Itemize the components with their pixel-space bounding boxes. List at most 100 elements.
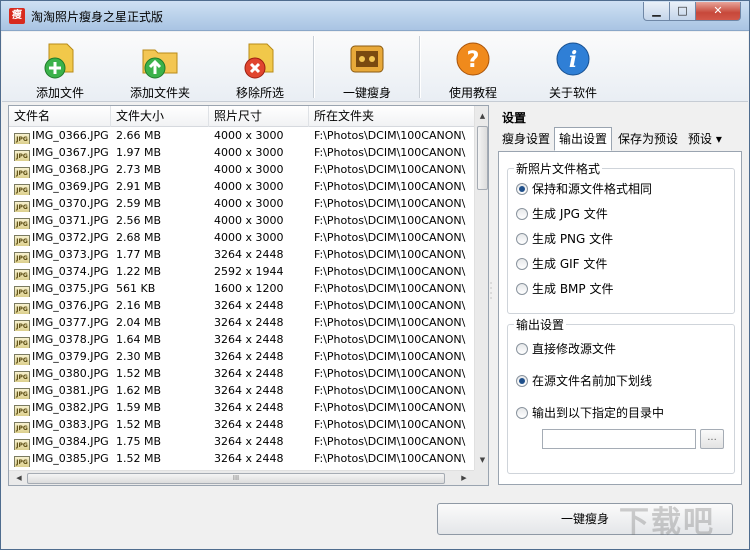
output-dir-input[interactable]	[542, 429, 696, 449]
one-click-slim-button[interactable]: 一键瘦身	[322, 34, 412, 100]
cell-text: IMG_0374.JPG	[32, 265, 109, 278]
cell-text: 2.68 MB	[116, 231, 162, 244]
file-name-cell: JPG IMG_0385.JPG	[14, 450, 114, 467]
table-row[interactable]: JPG IMG_0374.JPG 1.22 MB 2592 x 1944 F:\Phot…	[9, 263, 474, 280]
scroll-up-icon[interactable]: ▲	[475, 108, 488, 124]
add-file-button[interactable]: 添加文件	[15, 34, 105, 100]
tab-slim-settings[interactable]: 瘦身设置	[498, 129, 554, 150]
tab-presets-dropdown[interactable]: 预设 ▾	[684, 129, 726, 150]
cell-text: F:\Photos\DCIM\100CANON\	[314, 452, 466, 465]
radio-label: 保持和源文件格式相同	[532, 182, 653, 196]
tab-output-settings[interactable]: 输出设置	[554, 127, 613, 151]
radio-jpg[interactable]: 生成 JPG 文件	[516, 206, 608, 222]
table-row[interactable]: JPG IMG_0379.JPG 2.30 MB 3264 x 2448 F:\Phot…	[9, 348, 474, 365]
radio-gif[interactable]: 生成 GIF 文件	[516, 256, 607, 272]
scroll-down-icon[interactable]: ▼	[475, 452, 488, 468]
dimensions-cell: 3264 x 2448	[214, 399, 312, 416]
cell-text: IMG_0382.JPG	[32, 401, 109, 414]
app-icon: 瘦	[9, 8, 25, 24]
table-row[interactable]: JPG IMG_0366.JPG 2.66 MB 4000 x 3000 F:\Phot…	[9, 127, 474, 144]
radio-underscore-prefix[interactable]: 在源文件名前加下划线	[516, 373, 652, 389]
cell-text: 1.64 MB	[116, 333, 162, 346]
table-row[interactable]: JPG IMG_0384.JPG 1.75 MB 3264 x 2448 F:\Phot…	[9, 433, 474, 450]
radio-icon	[516, 208, 528, 220]
radio-modify-source[interactable]: 直接修改源文件	[516, 341, 616, 357]
jpg-file-icon: JPG	[14, 337, 30, 348]
cell-text: F:\Photos\DCIM\100CANON\	[314, 197, 466, 210]
close-button[interactable]: ✕	[695, 2, 741, 21]
table-row[interactable]: JPG IMG_0381.JPG 1.62 MB 3264 x 2448 F:\Phot…	[9, 382, 474, 399]
folder-cell: F:\Photos\DCIM\100CANON\	[314, 178, 474, 195]
folder-cell: F:\Photos\DCIM\100CANON\	[314, 450, 474, 467]
table-row[interactable]: JPG IMG_0378.JPG 1.64 MB 3264 x 2448 F:\Phot…	[9, 331, 474, 348]
horizontal-scrollbar[interactable]: ◀ III ▶	[9, 470, 474, 485]
remove-selected-icon	[244, 43, 274, 79]
cell-text: F:\Photos\DCIM\100CANON\	[314, 163, 466, 176]
browse-button[interactable]: ...	[700, 429, 724, 449]
remove-selected-button[interactable]: 移除所选	[215, 34, 305, 100]
table-row[interactable]: JPG IMG_0377.JPG 2.04 MB 3264 x 2448 F:\Phot…	[9, 314, 474, 331]
panel-splitter[interactable]: · · · ·	[489, 280, 493, 303]
vertical-scrollbar[interactable]: ▲ ▼	[474, 106, 488, 470]
radio-icon	[516, 258, 528, 270]
dimensions-cell: 3264 x 2448	[214, 450, 312, 467]
radio-keep-format[interactable]: 保持和源文件格式相同	[516, 181, 652, 197]
settings-title: 设置	[502, 111, 527, 125]
about-button[interactable]: i 关于软件	[528, 34, 618, 100]
folder-cell: F:\Photos\DCIM\100CANON\	[314, 331, 474, 348]
table-row[interactable]: JPG IMG_0382.JPG 1.59 MB 3264 x 2448 F:\Phot…	[9, 399, 474, 416]
column-header-filesize[interactable]: 文件大小	[111, 106, 209, 127]
file-size-cell: 2.73 MB	[116, 161, 214, 178]
table-row[interactable]: JPG IMG_0370.JPG 2.59 MB 4000 x 3000 F:\Phot…	[9, 195, 474, 212]
file-list[interactable]: 文件名 文件大小 照片尺寸 所在文件夹 JPG IMG_0366.JPG 2.66 …	[8, 105, 489, 486]
cell-text: 1.75 MB	[116, 435, 162, 448]
folder-cell: F:\Photos\DCIM\100CANON\	[314, 416, 474, 433]
column-header-filename[interactable]: 文件名	[9, 106, 111, 127]
radio-label: 生成 JPG 文件	[532, 207, 608, 221]
title-bar[interactable]: 瘦 淘淘照片瘦身之星正式版 ▁ □ ✕	[1, 1, 749, 31]
table-row[interactable]: JPG IMG_0371.JPG 2.56 MB 4000 x 3000 F:\Phot…	[9, 212, 474, 229]
cell-text: IMG_0375.JPG	[32, 282, 109, 295]
table-row[interactable]: JPG IMG_0373.JPG 1.77 MB 3264 x 2448 F:\Phot…	[9, 246, 474, 263]
list-header: 文件名 文件大小 照片尺寸 所在文件夹	[9, 106, 474, 127]
table-row[interactable]: JPG IMG_0385.JPG 1.52 MB 3264 x 2448 F:\Phot…	[9, 450, 474, 467]
table-row[interactable]: JPG IMG_0367.JPG 1.97 MB 4000 x 3000 F:\Phot…	[9, 144, 474, 161]
settings-panel: 设置 瘦身设置 输出设置 保存为预设 预设 ▾ 新照片文件格式 保持和源文件格式…	[494, 105, 744, 486]
folder-cell: F:\Photos\DCIM\100CANON\	[314, 195, 474, 212]
column-header-dimensions[interactable]: 照片尺寸	[209, 106, 309, 127]
scroll-right-icon[interactable]: ▶	[456, 471, 472, 485]
radio-bmp[interactable]: 生成 BMP 文件	[516, 281, 613, 297]
radio-icon	[516, 375, 528, 387]
file-name-cell: JPG IMG_0369.JPG	[14, 178, 114, 195]
remove-selected-label: 移除所选	[235, 86, 284, 100]
minimize-button[interactable]: ▁	[643, 2, 670, 21]
cell-text: 1.97 MB	[116, 146, 162, 159]
scroll-left-icon[interactable]: ◀	[11, 471, 27, 485]
radio-output-dir[interactable]: 输出到以下指定的目录中	[516, 405, 664, 421]
table-row[interactable]: JPG IMG_0375.JPG 561 KB 1600 x 1200 F:\Photo…	[9, 280, 474, 297]
column-header-folder[interactable]: 所在文件夹	[309, 106, 474, 127]
scroll-corner	[474, 470, 488, 485]
table-row[interactable]: JPG IMG_0369.JPG 2.91 MB 4000 x 3000 F:\Phot…	[9, 178, 474, 195]
cell-text: 4000 x 3000	[214, 129, 284, 142]
cell-text: 1.59 MB	[116, 401, 162, 414]
radio-png[interactable]: 生成 PNG 文件	[516, 231, 613, 247]
table-row[interactable]: JPG IMG_0380.JPG 1.52 MB 3264 x 2448 F:\Phot…	[9, 365, 474, 382]
horizontal-scroll-thumb[interactable]: III	[27, 473, 445, 484]
add-folder-button[interactable]: 添加文件夹	[115, 34, 205, 100]
help-button[interactable]: ? 使用教程	[428, 34, 518, 100]
folder-cell: F:\Photos\DCIM\100CANON\	[314, 348, 474, 365]
file-name-cell: JPG IMG_0372.JPG	[14, 229, 114, 246]
table-row[interactable]: JPG IMG_0372.JPG 2.68 MB 4000 x 3000 F:\Phot…	[9, 229, 474, 246]
vertical-scroll-thumb[interactable]	[477, 126, 488, 190]
table-row[interactable]: JPG IMG_0383.JPG 1.52 MB 3264 x 2448 F:\Phot…	[9, 416, 474, 433]
table-row[interactable]: JPG IMG_0368.JPG 2.73 MB 4000 x 3000 F:\Phot…	[9, 161, 474, 178]
maximize-button[interactable]: □	[669, 2, 696, 21]
cell-text: 4000 x 3000	[214, 146, 284, 159]
cell-text: 3264 x 2448	[214, 384, 284, 397]
folder-cell: F:\Photos\DCIM\100CANON\	[314, 314, 474, 331]
tab-save-preset[interactable]: 保存为预设	[614, 129, 682, 150]
table-row[interactable]: JPG IMG_0376.JPG 2.16 MB 3264 x 2448 F:\Phot…	[9, 297, 474, 314]
jpg-file-icon: JPG	[14, 456, 30, 467]
cell-text: IMG_0368.JPG	[32, 163, 109, 176]
